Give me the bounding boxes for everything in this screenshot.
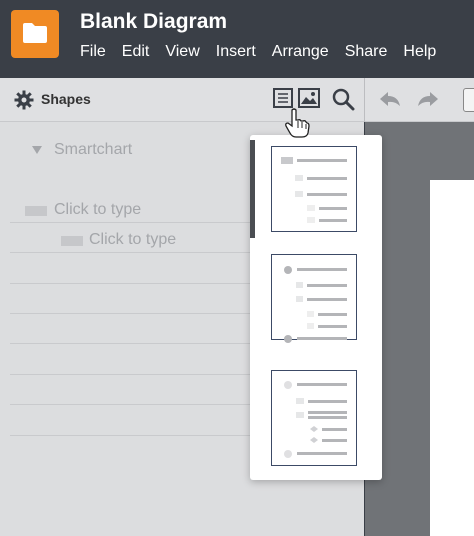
template-2-preview [284,266,347,343]
row-shape-chip [25,206,47,216]
canvas-page[interactable] [430,180,474,536]
menu-bar: File Edit View Insert Arrange Share Help [80,43,452,65]
template-card-2[interactable] [271,254,357,343]
menu-file[interactable]: File [80,43,106,65]
menu-share[interactable]: Share [345,43,388,65]
toolbar: Shapes [0,78,474,122]
smartchart-section-label[interactable]: Smartchart [54,141,132,159]
toolbar-dropdown[interactable] [463,88,474,112]
menu-insert[interactable]: Insert [216,43,256,65]
shapes-label: Shapes [41,91,91,107]
template-card-1[interactable] [271,146,357,232]
menu-help[interactable]: Help [403,43,436,65]
search-icon[interactable] [331,87,355,111]
redo-icon[interactable] [416,90,440,110]
document-title[interactable]: Blank Diagram [80,10,227,34]
folder-icon [23,23,47,43]
template-3-preview [284,381,347,458]
list-view-icon[interactable] [273,88,293,108]
template-1-preview [281,157,347,223]
undo-icon[interactable] [378,90,402,110]
image-icon[interactable] [298,88,320,108]
gear-icon[interactable] [14,90,34,110]
hand-cursor-icon [285,108,310,138]
selected-indicator [250,140,255,238]
menu-view[interactable]: View [165,43,199,65]
menu-edit[interactable]: Edit [122,43,150,65]
app-logo[interactable] [11,10,59,58]
menu-arrange[interactable]: Arrange [272,43,329,65]
smartchart-row-text[interactable]: Click to type [54,201,141,219]
template-card-3[interactable] [271,370,357,466]
toolbar-divider [364,78,365,122]
title-bar: Blank Diagram File Edit View Insert Arra… [0,0,474,78]
row-shape-chip [61,236,83,246]
collapse-triangle-icon[interactable] [32,146,42,154]
smartchart-row-text[interactable]: Click to type [89,231,176,249]
